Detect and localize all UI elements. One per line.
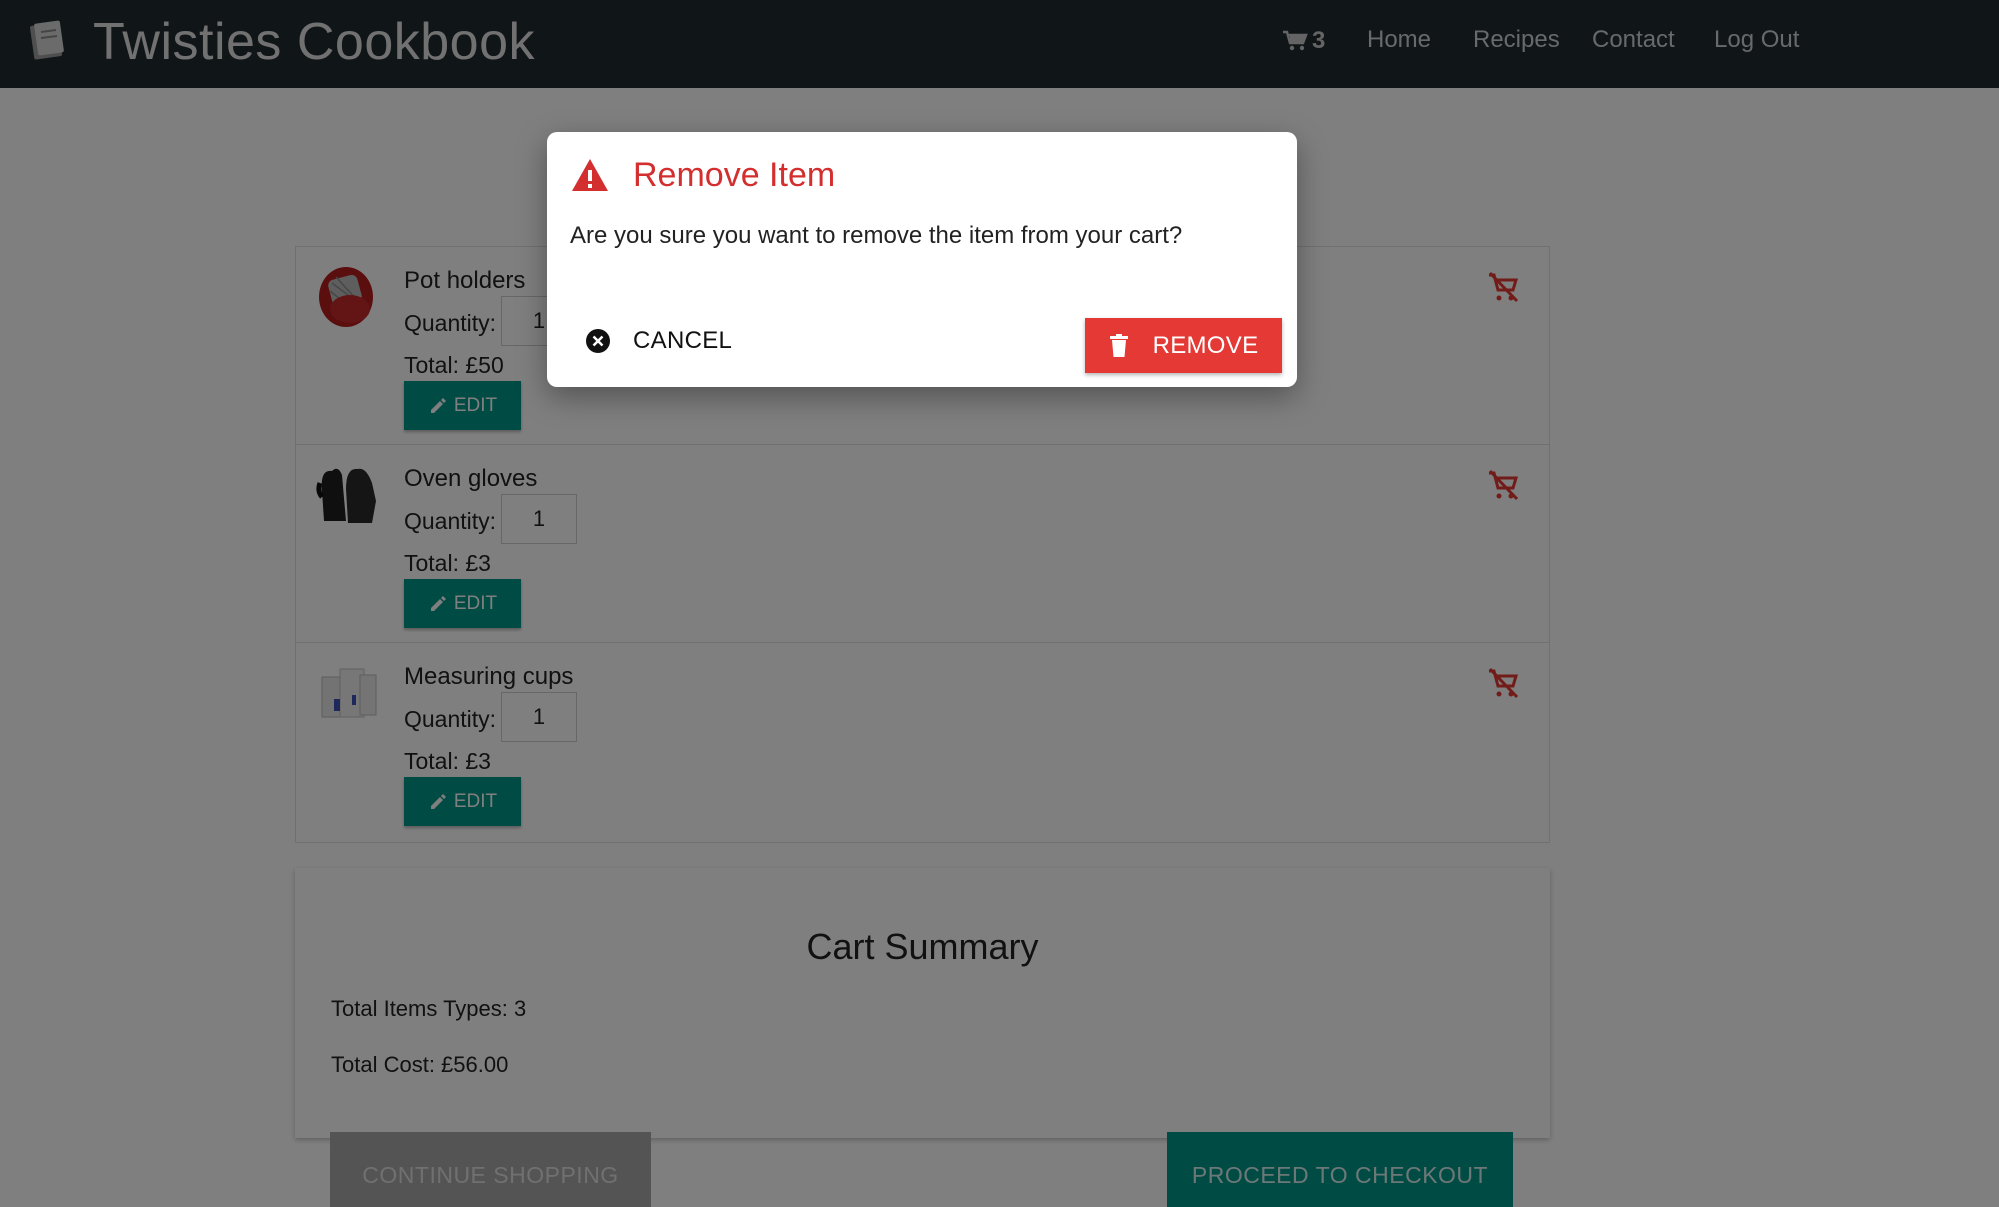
remove-item-dialog: Remove Item Are you sure you want to rem… — [547, 132, 1297, 387]
dialog-message: Are you sure you want to remove the item… — [570, 222, 1183, 249]
cancel-button[interactable]: CANCEL — [585, 319, 732, 363]
remove-button[interactable]: REMOVE — [1085, 318, 1282, 373]
trash-icon — [1109, 333, 1128, 357]
cancel-button-label: CANCEL — [633, 327, 733, 354]
warning-icon — [572, 159, 608, 191]
close-circle-icon — [586, 329, 610, 353]
remove-button-label: REMOVE — [1152, 331, 1259, 359]
dialog-title: Remove Item — [633, 156, 836, 194]
